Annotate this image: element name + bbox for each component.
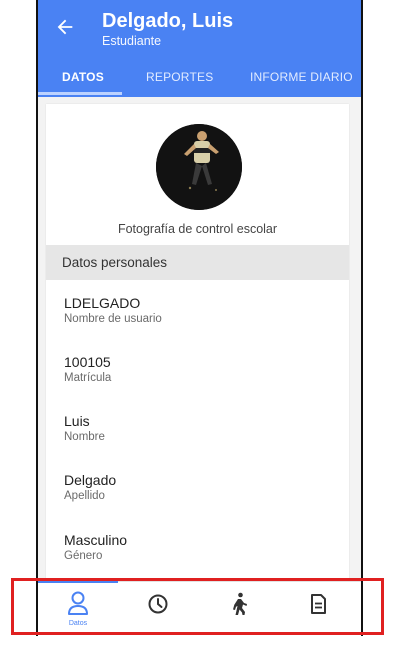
- nav-item-activity[interactable]: [219, 588, 259, 628]
- tab-reportes[interactable]: REPORTES: [146, 70, 213, 84]
- student-data-card: Fotografía de control escolar Datos pers…: [46, 104, 349, 582]
- field-label: Nombre: [64, 431, 105, 443]
- clock-icon: [148, 594, 168, 614]
- field-genero: Masculino Género: [64, 532, 127, 562]
- nav-active-indicator: [38, 581, 118, 583]
- field-label: Género: [64, 550, 103, 562]
- app-bar: Delgado, Luis Estudiante DATOS REPORTES …: [38, 0, 361, 97]
- nav-item-datos[interactable]: Datos: [58, 588, 98, 628]
- photo-caption: Fotografía de control escolar: [117, 222, 278, 236]
- field-value: Masculino: [64, 532, 128, 548]
- tab-informe-diario[interactable]: INFORME DIARIO: [250, 70, 353, 84]
- field-value: 100105: [64, 354, 111, 370]
- tab-indicator: [38, 92, 122, 95]
- field-value: LDELGADO: [64, 295, 141, 311]
- field-matricula: 100105 Matrícula: [64, 354, 111, 384]
- nav-caption: Datos: [68, 620, 88, 627]
- field-label: Apellido: [64, 490, 105, 502]
- back-arrow-icon[interactable]: [54, 16, 76, 38]
- nav-item-report[interactable]: [298, 588, 338, 628]
- field-nombre: Luis Nombre: [64, 413, 105, 443]
- user-icon: [68, 591, 88, 615]
- field-label: Nombre de usuario: [64, 313, 162, 325]
- person-photo-icon: [156, 124, 242, 210]
- field-value: Luis: [64, 413, 90, 429]
- page-title: Delgado, Luis: [102, 10, 234, 32]
- section-header: Datos personales: [46, 245, 349, 280]
- bottom-navigation: Datos: [38, 581, 361, 636]
- field-apellido: Delgado Apellido: [64, 472, 116, 502]
- section-title: Datos personales: [62, 255, 168, 270]
- page-subtitle: Estudiante: [102, 34, 162, 48]
- field-username: LDELGADO Nombre de usuario: [64, 295, 162, 325]
- document-icon: [311, 594, 326, 614]
- phone-screen: Delgado, Luis Estudiante DATOS REPORTES …: [36, 0, 363, 636]
- field-value: Delgado: [64, 472, 117, 488]
- tab-datos[interactable]: DATOS: [62, 70, 104, 84]
- walking-person-icon: [233, 592, 247, 615]
- student-photo: [156, 124, 242, 210]
- nav-item-history[interactable]: [138, 588, 178, 628]
- field-label: Matrícula: [64, 372, 112, 384]
